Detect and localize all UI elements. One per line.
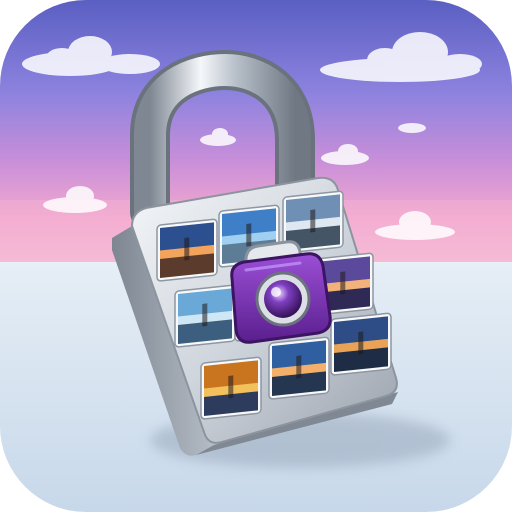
photo-subject [358,331,364,355]
photo-subject [340,271,346,295]
photo-subject [310,209,316,233]
ocean-horizon-photo-icon [174,284,236,348]
photo-subject [184,237,190,261]
camera-lens [264,280,302,318]
photo-subject [228,375,234,399]
photo-vault-icon [0,0,512,512]
app-icon [0,0,512,512]
photo-subject [202,303,208,327]
sunset-coast-photo-icon [156,218,218,282]
cloud-icon [398,123,426,133]
stage [0,0,512,512]
lens-highlight [271,287,281,297]
autumn-tree-photo-icon [200,356,262,420]
pier-sunset-photo-icon [330,312,392,376]
ship-sunset-photo-icon [268,336,330,400]
photo-subject [246,223,252,247]
photo-subject [296,355,302,379]
camera-icon [230,240,332,344]
